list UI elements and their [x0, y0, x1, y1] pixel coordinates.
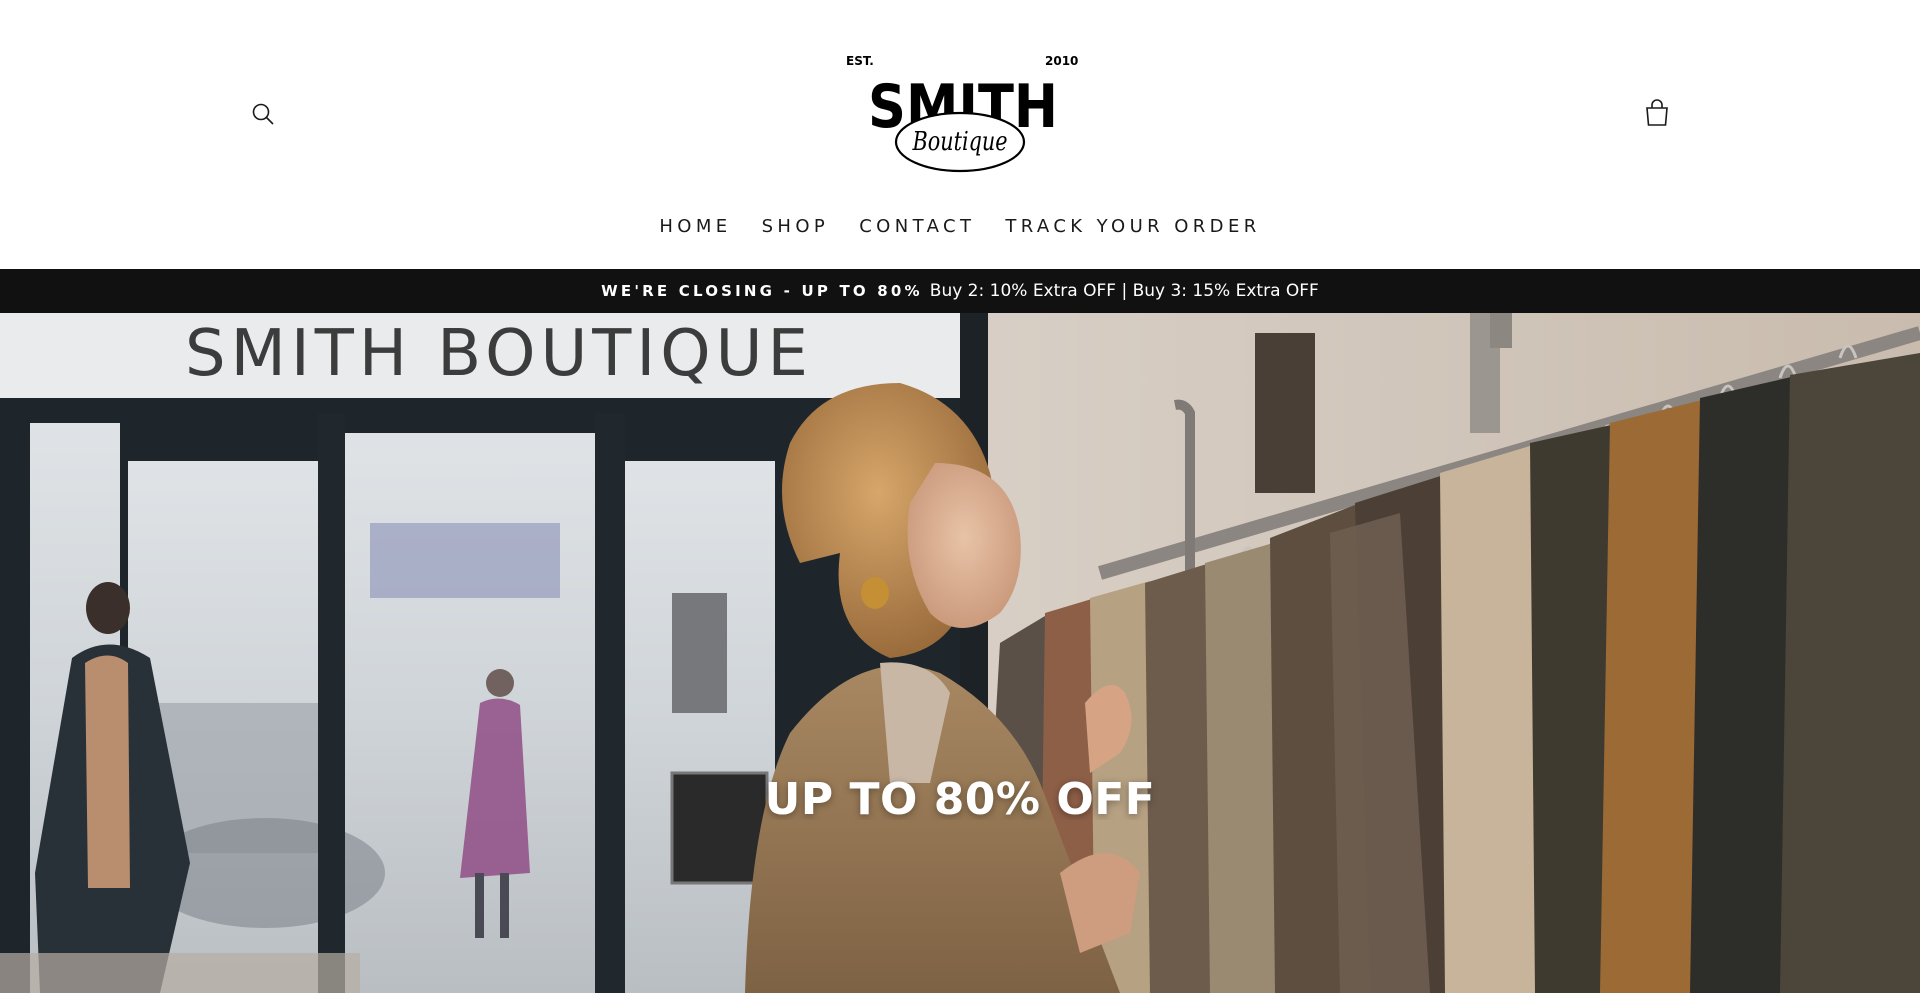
main-nav: HOME SHOP CONTACT TRACK YOUR ORDER: [0, 212, 1920, 241]
logo-est-text: EST.: [846, 54, 874, 68]
announcement-text: Buy 2: 10% Extra OFF | Buy 3: 15% Extra …: [929, 281, 1319, 301]
storefront-sign: SMITH BOUTIQUE: [185, 317, 813, 391]
hero-banner[interactable]: SMITH BOUTIQUE UP TO 80% OFF: [0, 313, 1920, 993]
hero-image: SMITH BOUTIQUE: [0, 313, 1920, 993]
announcement-bold: WE'RE CLOSING - UP TO 80%: [601, 282, 923, 300]
announcement-bar[interactable]: WE'RE CLOSING - UP TO 80% Buy 2: 10% Ext…: [0, 269, 1920, 313]
nav-item-home[interactable]: HOME: [644, 212, 746, 241]
smith-boutique-logo[interactable]: EST. 2010 SMITH Boutique: [843, 50, 1083, 174]
logo-script: Boutique: [912, 127, 1008, 157]
search-icon[interactable]: [246, 97, 280, 131]
shopping-bag-icon[interactable]: [1640, 96, 1674, 130]
nav-item-track-order[interactable]: TRACK YOUR ORDER: [990, 212, 1275, 241]
nav-item-shop[interactable]: SHOP: [747, 212, 845, 241]
hero-title: UP TO 80% OFF: [764, 774, 1156, 820]
site-header: EST. 2010 SMITH Boutique HOME SHOP CONTA…: [0, 0, 1920, 269]
logo-year-text: 2010: [1045, 54, 1078, 68]
nav-item-contact[interactable]: CONTACT: [844, 212, 990, 241]
